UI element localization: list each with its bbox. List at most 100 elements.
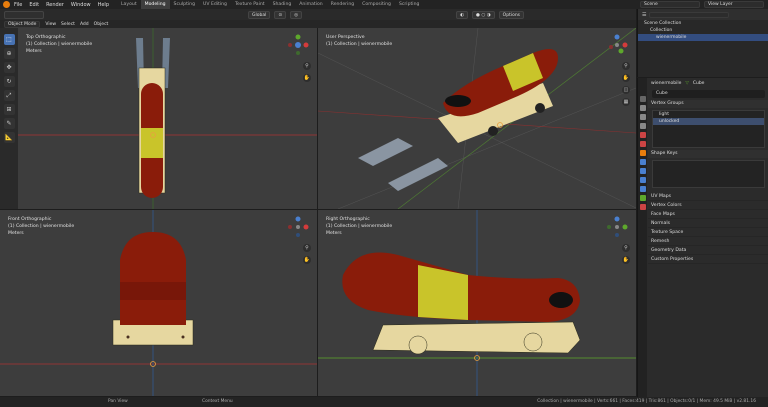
proportional-icon[interactable]: ◎ bbox=[290, 10, 303, 19]
menu-object[interactable]: Object bbox=[94, 22, 109, 27]
menu-add[interactable]: Add bbox=[80, 22, 89, 27]
tab-texture-paint[interactable]: Texture Paint bbox=[231, 0, 269, 9]
transform-icon[interactable]: ⊞ bbox=[3, 104, 15, 115]
annotate-icon[interactable]: ✎ bbox=[3, 118, 15, 129]
shading-icons[interactable]: ● ○ ◑ bbox=[472, 10, 495, 19]
pan-icon[interactable]: ✋ bbox=[622, 74, 630, 82]
tab-scripting[interactable]: Scripting bbox=[395, 0, 423, 9]
outliner-filter-icon[interactable]: ☰ bbox=[642, 12, 646, 18]
status-bar: Pan View Context Menu Collection | wiene… bbox=[0, 397, 768, 407]
vertex-colors-panel[interactable]: Vertex Colors bbox=[648, 201, 768, 210]
custom-properties-panel[interactable]: Custom Properties bbox=[648, 255, 768, 264]
vertex-groups-panel[interactable]: Vertex Groups bbox=[648, 100, 768, 108]
scene-tab-icon[interactable] bbox=[639, 132, 646, 138]
grid-icon[interactable]: ▦ bbox=[622, 98, 630, 106]
world-tab-icon[interactable] bbox=[639, 141, 646, 147]
snap-icon[interactable]: ⊙ bbox=[274, 10, 287, 19]
render-tab-icon[interactable] bbox=[639, 105, 646, 111]
shape-keys-panel[interactable]: Shape Keys bbox=[648, 150, 768, 158]
camera-icon[interactable]: ◫ bbox=[622, 86, 630, 94]
menu-view[interactable]: View bbox=[45, 22, 56, 27]
tab-rendering[interactable]: Rendering bbox=[327, 0, 358, 9]
viewport-top-ortho[interactable]: Top Orthographic (1) Collection | wiener… bbox=[18, 28, 317, 209]
perspective-scene bbox=[318, 28, 636, 209]
pan-icon[interactable]: ✋ bbox=[303, 74, 311, 82]
geometry-data-panel[interactable]: Geometry Data bbox=[648, 246, 768, 255]
viewport-front-ortho[interactable]: Front Orthographic (1) Collection | wien… bbox=[0, 210, 317, 396]
tool-tab-icon[interactable] bbox=[639, 96, 646, 102]
object-tab-icon[interactable] bbox=[639, 150, 646, 156]
rotate-icon[interactable]: ↻ bbox=[3, 76, 15, 87]
physics-tab-icon[interactable] bbox=[639, 177, 646, 183]
menu-help[interactable]: Help bbox=[98, 2, 109, 8]
viewport-info: Front Orthographic (1) Collection | wien… bbox=[8, 216, 74, 237]
cursor-icon[interactable]: ⊕ bbox=[3, 48, 15, 59]
scale-icon[interactable]: ⤢ bbox=[3, 90, 15, 101]
menu-file[interactable]: File bbox=[14, 2, 22, 8]
transform-orientation[interactable]: Global bbox=[248, 10, 271, 19]
pan-icon[interactable]: ✋ bbox=[303, 256, 311, 264]
outliner-scene-collection[interactable]: Scene Collection bbox=[638, 20, 768, 27]
menu-edit[interactable]: Edit bbox=[29, 2, 39, 8]
navigation-gizmo[interactable] bbox=[606, 34, 628, 56]
move-icon[interactable]: ✥ bbox=[3, 62, 15, 73]
main-menu: File Edit Render Window Help bbox=[14, 2, 109, 8]
measure-icon[interactable]: 📐 bbox=[3, 132, 15, 143]
viewport-info: Right Orthographic (1) Collection | wien… bbox=[326, 216, 392, 237]
constraints-tab-icon[interactable] bbox=[639, 186, 646, 192]
viewport-right-ortho[interactable]: Right Orthographic (1) Collection | wien… bbox=[318, 210, 636, 396]
mode-select-icons[interactable] bbox=[4, 10, 44, 19]
tab-compositing[interactable]: Compositing bbox=[358, 0, 395, 9]
overlay-icon[interactable]: ◐ bbox=[456, 10, 469, 19]
right-view-scene bbox=[318, 210, 636, 396]
list-item[interactable]: light bbox=[653, 111, 764, 118]
mesh-data-field[interactable]: Cube bbox=[652, 90, 765, 98]
particles-tab-icon[interactable] bbox=[639, 168, 646, 174]
menu-window[interactable]: Window bbox=[71, 2, 91, 8]
material-tab-icon[interactable] bbox=[639, 204, 646, 210]
menu-select[interactable]: Select bbox=[61, 22, 75, 27]
mode-dropdown[interactable]: Object Mode bbox=[4, 20, 41, 28]
modifier-tab-icon[interactable] bbox=[639, 159, 646, 165]
navigation-gizmo[interactable] bbox=[287, 216, 309, 238]
navigation-gizmo[interactable] bbox=[287, 34, 309, 56]
zoom-icon[interactable]: ⚲ bbox=[303, 62, 311, 70]
zoom-icon[interactable]: ⚲ bbox=[622, 244, 630, 252]
view-layer-tab-icon[interactable] bbox=[639, 123, 646, 129]
tab-shading[interactable]: Shading bbox=[269, 0, 296, 9]
zoom-icon[interactable]: ⚲ bbox=[622, 62, 630, 70]
output-tab-icon[interactable] bbox=[639, 114, 646, 120]
tab-uv-editing[interactable]: UV Editing bbox=[199, 0, 231, 9]
outliner-search[interactable] bbox=[649, 11, 730, 18]
tab-modeling[interactable]: Modeling bbox=[140, 0, 170, 9]
view-layer-name: View Layer bbox=[708, 2, 733, 7]
remesh-panel[interactable]: Remesh bbox=[648, 237, 768, 246]
options-button[interactable]: Options bbox=[498, 10, 525, 19]
viewport-user-perspective[interactable]: User Perspective (1) Collection | wiener… bbox=[318, 28, 636, 209]
navigation-gizmo[interactable] bbox=[606, 216, 628, 238]
zoom-icon[interactable]: ⚲ bbox=[303, 244, 311, 252]
viewport-menu-bar: Object Mode View Select Add Object bbox=[0, 20, 636, 28]
outliner-object[interactable]: wienermobile bbox=[638, 34, 768, 41]
viewport-nav-buttons: ⚲ ✋ bbox=[622, 244, 630, 264]
shape-keys-list bbox=[652, 160, 765, 188]
tab-layout[interactable]: Layout bbox=[117, 0, 141, 9]
properties-header: wienermobile ▽ Cube bbox=[648, 78, 768, 89]
tab-animation[interactable]: Animation bbox=[295, 0, 326, 9]
face-maps-panel[interactable]: Face Maps bbox=[648, 210, 768, 219]
blender-logo-icon[interactable] bbox=[3, 1, 10, 8]
data-tab-icon[interactable] bbox=[639, 195, 646, 201]
outliner-collection[interactable]: Collection bbox=[638, 27, 768, 34]
normals-panel[interactable]: Normals bbox=[648, 219, 768, 228]
pan-icon[interactable]: ✋ bbox=[622, 256, 630, 264]
select-box-icon[interactable]: ⬚ bbox=[3, 34, 15, 45]
viewport-nav-buttons: ⚲ ✋ bbox=[303, 62, 311, 82]
uv-maps-panel[interactable]: UV Maps bbox=[648, 192, 768, 201]
properties-editor: wienermobile ▽ Cube Cube Vertex Groups l… bbox=[637, 78, 768, 397]
menu-render[interactable]: Render bbox=[46, 2, 64, 8]
view-layer-field[interactable]: View Layer bbox=[704, 1, 764, 8]
scene-field[interactable]: Scene bbox=[640, 1, 700, 8]
list-item[interactable]: unlocked bbox=[653, 118, 764, 125]
tab-sculpting[interactable]: Sculpting bbox=[170, 0, 199, 9]
texture-space-panel[interactable]: Texture Space bbox=[648, 228, 768, 237]
